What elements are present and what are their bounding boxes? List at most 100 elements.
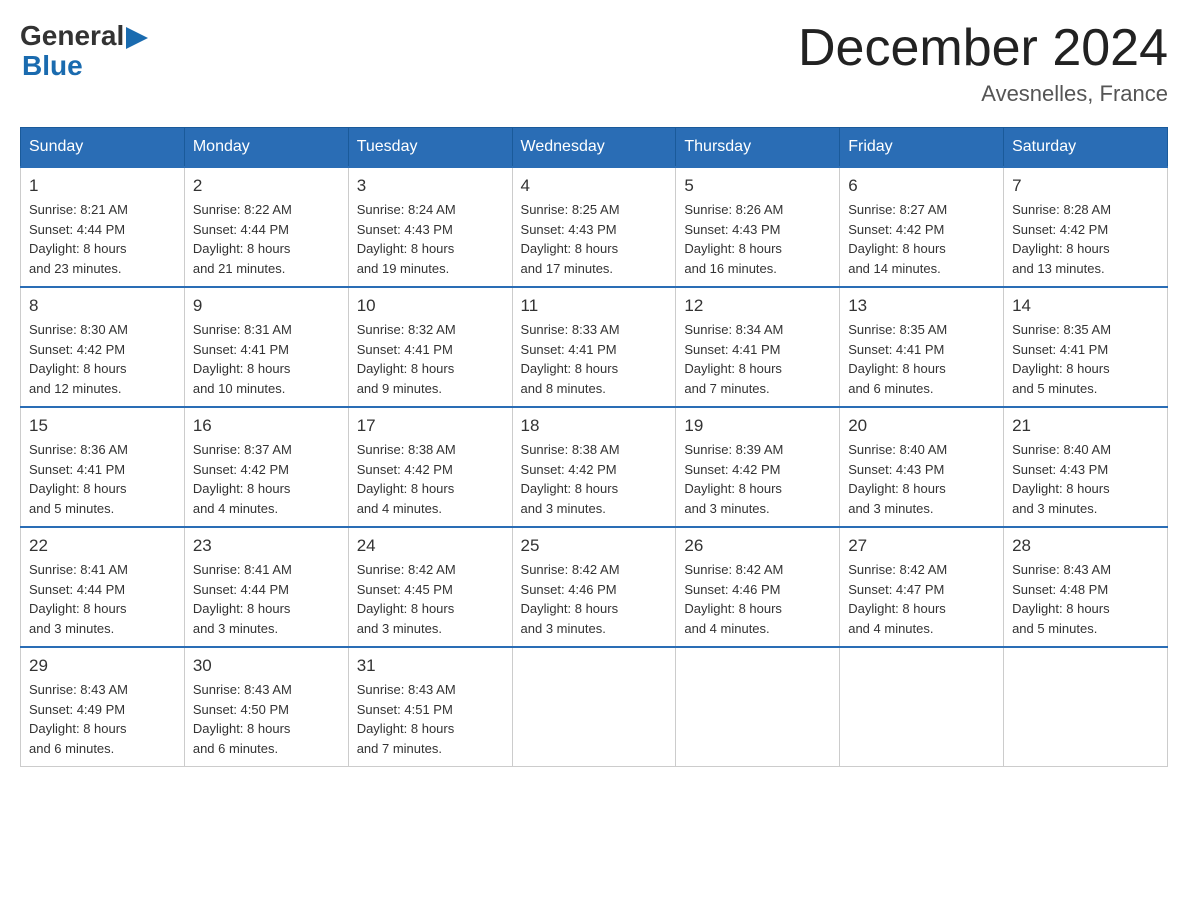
- weekday-header-saturday: Saturday: [1004, 128, 1168, 168]
- calendar-cell: 28 Sunrise: 8:43 AMSunset: 4:48 PMDaylig…: [1004, 527, 1168, 647]
- calendar-cell: 13 Sunrise: 8:35 AMSunset: 4:41 PMDaylig…: [840, 287, 1004, 407]
- calendar-cell: [840, 647, 1004, 767]
- day-number: 23: [193, 536, 340, 556]
- calendar-cell: 22 Sunrise: 8:41 AMSunset: 4:44 PMDaylig…: [21, 527, 185, 647]
- day-number: 21: [1012, 416, 1159, 436]
- day-number: 30: [193, 656, 340, 676]
- day-info: Sunrise: 8:25 AMSunset: 4:43 PMDaylight:…: [521, 200, 668, 278]
- logo: General Blue: [20, 20, 148, 82]
- day-number: 2: [193, 176, 340, 196]
- calendar-cell: 30 Sunrise: 8:43 AMSunset: 4:50 PMDaylig…: [184, 647, 348, 767]
- location-title: Avesnelles, France: [798, 81, 1168, 107]
- calendar-cell: 3 Sunrise: 8:24 AMSunset: 4:43 PMDayligh…: [348, 167, 512, 287]
- calendar-cell: 2 Sunrise: 8:22 AMSunset: 4:44 PMDayligh…: [184, 167, 348, 287]
- calendar-cell: 1 Sunrise: 8:21 AMSunset: 4:44 PMDayligh…: [21, 167, 185, 287]
- day-number: 28: [1012, 536, 1159, 556]
- day-info: Sunrise: 8:36 AMSunset: 4:41 PMDaylight:…: [29, 440, 176, 518]
- day-info: Sunrise: 8:21 AMSunset: 4:44 PMDaylight:…: [29, 200, 176, 278]
- calendar-cell: 27 Sunrise: 8:42 AMSunset: 4:47 PMDaylig…: [840, 527, 1004, 647]
- day-number: 31: [357, 656, 504, 676]
- day-info: Sunrise: 8:37 AMSunset: 4:42 PMDaylight:…: [193, 440, 340, 518]
- calendar-cell: 18 Sunrise: 8:38 AMSunset: 4:42 PMDaylig…: [512, 407, 676, 527]
- day-info: Sunrise: 8:43 AMSunset: 4:48 PMDaylight:…: [1012, 560, 1159, 638]
- day-number: 29: [29, 656, 176, 676]
- calendar-cell: 19 Sunrise: 8:39 AMSunset: 4:42 PMDaylig…: [676, 407, 840, 527]
- day-number: 3: [357, 176, 504, 196]
- day-info: Sunrise: 8:42 AMSunset: 4:46 PMDaylight:…: [521, 560, 668, 638]
- day-number: 13: [848, 296, 995, 316]
- day-number: 10: [357, 296, 504, 316]
- day-number: 24: [357, 536, 504, 556]
- calendar-cell: [676, 647, 840, 767]
- logo-general-text: General: [20, 20, 124, 52]
- day-number: 1: [29, 176, 176, 196]
- weekday-header-monday: Monday: [184, 128, 348, 168]
- day-info: Sunrise: 8:28 AMSunset: 4:42 PMDaylight:…: [1012, 200, 1159, 278]
- day-number: 5: [684, 176, 831, 196]
- logo-blue-text: Blue: [22, 50, 83, 81]
- day-info: Sunrise: 8:31 AMSunset: 4:41 PMDaylight:…: [193, 320, 340, 398]
- day-info: Sunrise: 8:38 AMSunset: 4:42 PMDaylight:…: [357, 440, 504, 518]
- weekday-header-tuesday: Tuesday: [348, 128, 512, 168]
- day-info: Sunrise: 8:41 AMSunset: 4:44 PMDaylight:…: [193, 560, 340, 638]
- calendar-cell: 10 Sunrise: 8:32 AMSunset: 4:41 PMDaylig…: [348, 287, 512, 407]
- calendar-table: SundayMondayTuesdayWednesdayThursdayFrid…: [20, 127, 1168, 767]
- calendar-cell: 23 Sunrise: 8:41 AMSunset: 4:44 PMDaylig…: [184, 527, 348, 647]
- day-number: 4: [521, 176, 668, 196]
- calendar-cell: 21 Sunrise: 8:40 AMSunset: 4:43 PMDaylig…: [1004, 407, 1168, 527]
- day-info: Sunrise: 8:33 AMSunset: 4:41 PMDaylight:…: [521, 320, 668, 398]
- day-number: 18: [521, 416, 668, 436]
- day-info: Sunrise: 8:27 AMSunset: 4:42 PMDaylight:…: [848, 200, 995, 278]
- day-info: Sunrise: 8:34 AMSunset: 4:41 PMDaylight:…: [684, 320, 831, 398]
- week-row-5: 29 Sunrise: 8:43 AMSunset: 4:49 PMDaylig…: [21, 647, 1168, 767]
- day-info: Sunrise: 8:35 AMSunset: 4:41 PMDaylight:…: [1012, 320, 1159, 398]
- day-info: Sunrise: 8:42 AMSunset: 4:46 PMDaylight:…: [684, 560, 831, 638]
- day-info: Sunrise: 8:26 AMSunset: 4:43 PMDaylight:…: [684, 200, 831, 278]
- day-info: Sunrise: 8:40 AMSunset: 4:43 PMDaylight:…: [848, 440, 995, 518]
- week-row-3: 15 Sunrise: 8:36 AMSunset: 4:41 PMDaylig…: [21, 407, 1168, 527]
- weekday-header-thursday: Thursday: [676, 128, 840, 168]
- day-info: Sunrise: 8:39 AMSunset: 4:42 PMDaylight:…: [684, 440, 831, 518]
- calendar-cell: 15 Sunrise: 8:36 AMSunset: 4:41 PMDaylig…: [21, 407, 185, 527]
- day-info: Sunrise: 8:30 AMSunset: 4:42 PMDaylight:…: [29, 320, 176, 398]
- calendar-cell: 14 Sunrise: 8:35 AMSunset: 4:41 PMDaylig…: [1004, 287, 1168, 407]
- weekday-header-sunday: Sunday: [21, 128, 185, 168]
- day-number: 27: [848, 536, 995, 556]
- day-number: 15: [29, 416, 176, 436]
- day-info: Sunrise: 8:43 AMSunset: 4:50 PMDaylight:…: [193, 680, 340, 758]
- calendar-cell: 7 Sunrise: 8:28 AMSunset: 4:42 PMDayligh…: [1004, 167, 1168, 287]
- day-number: 25: [521, 536, 668, 556]
- weekday-header-row: SundayMondayTuesdayWednesdayThursdayFrid…: [21, 128, 1168, 168]
- calendar-cell: 17 Sunrise: 8:38 AMSunset: 4:42 PMDaylig…: [348, 407, 512, 527]
- day-number: 17: [357, 416, 504, 436]
- day-info: Sunrise: 8:42 AMSunset: 4:47 PMDaylight:…: [848, 560, 995, 638]
- calendar-cell: 29 Sunrise: 8:43 AMSunset: 4:49 PMDaylig…: [21, 647, 185, 767]
- day-number: 9: [193, 296, 340, 316]
- week-row-2: 8 Sunrise: 8:30 AMSunset: 4:42 PMDayligh…: [21, 287, 1168, 407]
- calendar-cell: [512, 647, 676, 767]
- day-info: Sunrise: 8:43 AMSunset: 4:51 PMDaylight:…: [357, 680, 504, 758]
- weekday-header-friday: Friday: [840, 128, 1004, 168]
- logo-triangle-icon: [126, 27, 148, 49]
- title-block: December 2024 Avesnelles, France: [798, 20, 1168, 107]
- calendar-cell: 31 Sunrise: 8:43 AMSunset: 4:51 PMDaylig…: [348, 647, 512, 767]
- calendar-cell: 4 Sunrise: 8:25 AMSunset: 4:43 PMDayligh…: [512, 167, 676, 287]
- calendar-cell: 8 Sunrise: 8:30 AMSunset: 4:42 PMDayligh…: [21, 287, 185, 407]
- calendar-cell: 5 Sunrise: 8:26 AMSunset: 4:43 PMDayligh…: [676, 167, 840, 287]
- calendar-cell: 25 Sunrise: 8:42 AMSunset: 4:46 PMDaylig…: [512, 527, 676, 647]
- weekday-header-wednesday: Wednesday: [512, 128, 676, 168]
- day-number: 12: [684, 296, 831, 316]
- calendar-cell: 24 Sunrise: 8:42 AMSunset: 4:45 PMDaylig…: [348, 527, 512, 647]
- day-number: 6: [848, 176, 995, 196]
- day-number: 26: [684, 536, 831, 556]
- day-number: 11: [521, 296, 668, 316]
- day-info: Sunrise: 8:35 AMSunset: 4:41 PMDaylight:…: [848, 320, 995, 398]
- day-info: Sunrise: 8:42 AMSunset: 4:45 PMDaylight:…: [357, 560, 504, 638]
- week-row-4: 22 Sunrise: 8:41 AMSunset: 4:44 PMDaylig…: [21, 527, 1168, 647]
- day-info: Sunrise: 8:41 AMSunset: 4:44 PMDaylight:…: [29, 560, 176, 638]
- day-info: Sunrise: 8:22 AMSunset: 4:44 PMDaylight:…: [193, 200, 340, 278]
- day-number: 8: [29, 296, 176, 316]
- day-number: 20: [848, 416, 995, 436]
- day-info: Sunrise: 8:32 AMSunset: 4:41 PMDaylight:…: [357, 320, 504, 398]
- day-number: 14: [1012, 296, 1159, 316]
